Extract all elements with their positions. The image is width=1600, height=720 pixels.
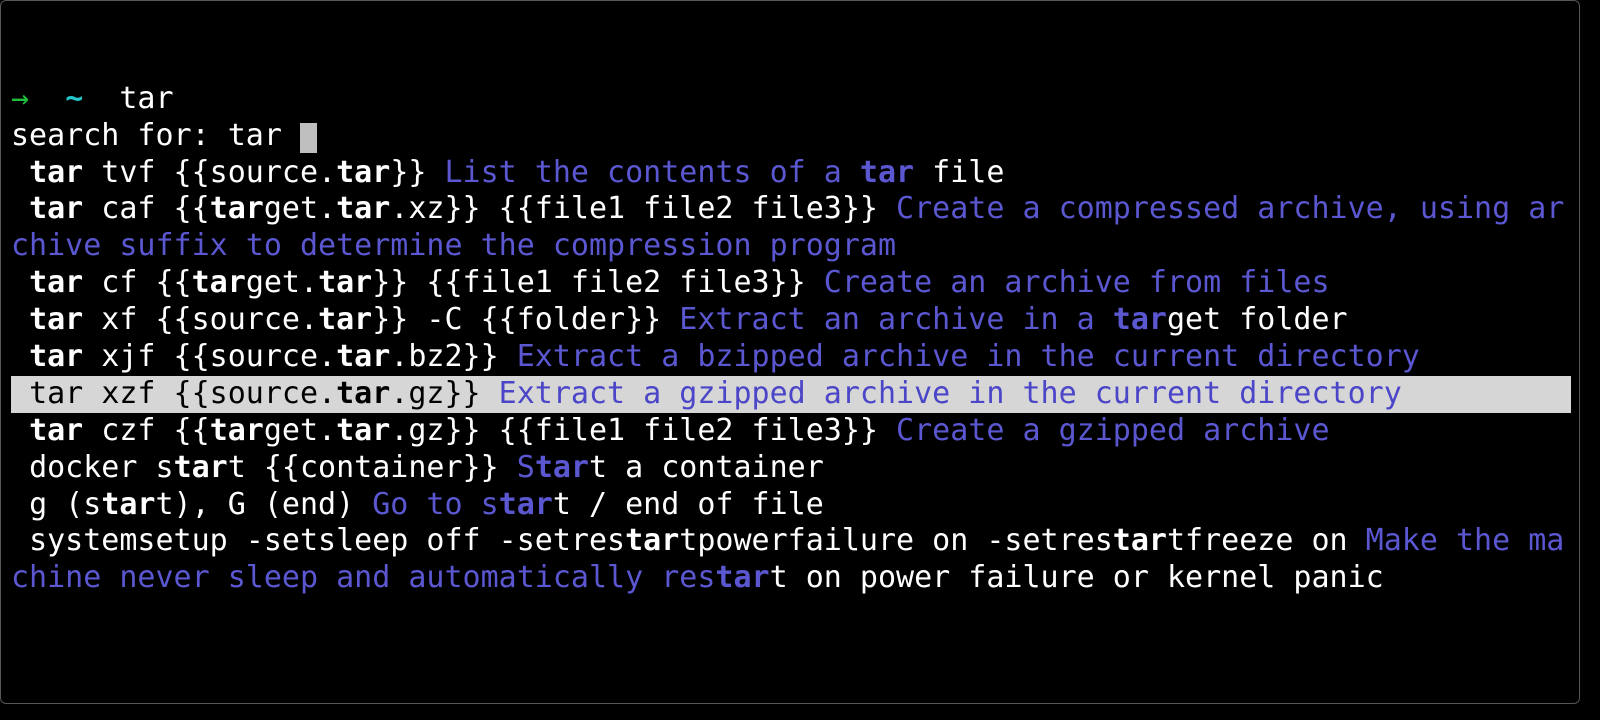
result-command: tar czf {{target.tar.gz}} {{file1 file2 … xyxy=(29,413,878,448)
search-query: tar xyxy=(228,118,282,153)
prompt-arrow-icon: → xyxy=(11,81,29,116)
result-description: Extract a gzipped archive in the current… xyxy=(481,376,1402,411)
result-description: Go to start / end of file xyxy=(354,487,824,522)
result-command: tar tvf {{source.tar}} xyxy=(29,155,426,190)
result-row[interactable]: docker start {{container}} Start a conta… xyxy=(11,450,1571,487)
result-command: tar caf {{target.tar.xz}} {{file1 file2 … xyxy=(29,191,878,226)
result-description: Start a container xyxy=(499,450,824,485)
search-line[interactable]: search for: tar xyxy=(11,118,1571,155)
result-description: Create a gzipped archive xyxy=(878,413,1330,448)
results-list: tar tvf {{source.tar}} List the contents… xyxy=(11,155,1571,598)
result-command: tar cf {{target.tar}} {{file1 file2 file… xyxy=(29,265,806,300)
result-row[interactable]: tar caf {{target.tar.xz}} {{file1 file2 … xyxy=(11,191,1571,265)
cursor-icon xyxy=(300,123,317,153)
result-row[interactable]: tar xjf {{source.tar.bz2}} Extract a bzi… xyxy=(11,339,1571,376)
result-row[interactable]: systemsetup -setsleep off -setrestartpow… xyxy=(11,523,1571,597)
result-description: List the contents of a tar file xyxy=(426,155,1004,190)
result-row-selected[interactable]: tar xzf {{source.tar.gz}} Extract a gzip… xyxy=(11,376,1571,413)
prompt-cwd: ~ xyxy=(65,81,83,116)
search-label: search for: xyxy=(11,118,210,153)
prompt-line[interactable]: → ~ tar xyxy=(11,81,1571,118)
result-command: tar xzf {{source.tar.gz}} xyxy=(29,376,481,411)
result-row[interactable]: tar tvf {{source.tar}} List the contents… xyxy=(11,155,1571,192)
result-description: Create an archive from files xyxy=(806,265,1330,300)
result-row[interactable]: g (start), G (end) Go to start / end of … xyxy=(11,487,1571,524)
terminal-window[interactable]: → ~ tarsearch for: tar tar tvf {{source.… xyxy=(0,0,1580,704)
result-command: tar xjf {{source.tar.bz2}} xyxy=(29,339,499,374)
result-command: systemsetup -setsleep off -setrestartpow… xyxy=(29,523,1348,558)
result-row[interactable]: tar xf {{source.tar}} -C {{folder}} Extr… xyxy=(11,302,1571,339)
result-command: docker start {{container}} xyxy=(29,450,499,485)
result-row[interactable]: tar cf {{target.tar}} {{file1 file2 file… xyxy=(11,265,1571,302)
prompt-typed-command: tar xyxy=(119,81,173,116)
result-description: Extract a bzipped archive in the current… xyxy=(499,339,1420,374)
result-command: g (start), G (end) xyxy=(29,487,354,522)
result-row[interactable]: tar czf {{target.tar.gz}} {{file1 file2 … xyxy=(11,413,1571,450)
result-description: Extract an archive in a target folder xyxy=(661,302,1347,337)
result-command: tar xf {{source.tar}} -C {{folder}} xyxy=(29,302,661,337)
